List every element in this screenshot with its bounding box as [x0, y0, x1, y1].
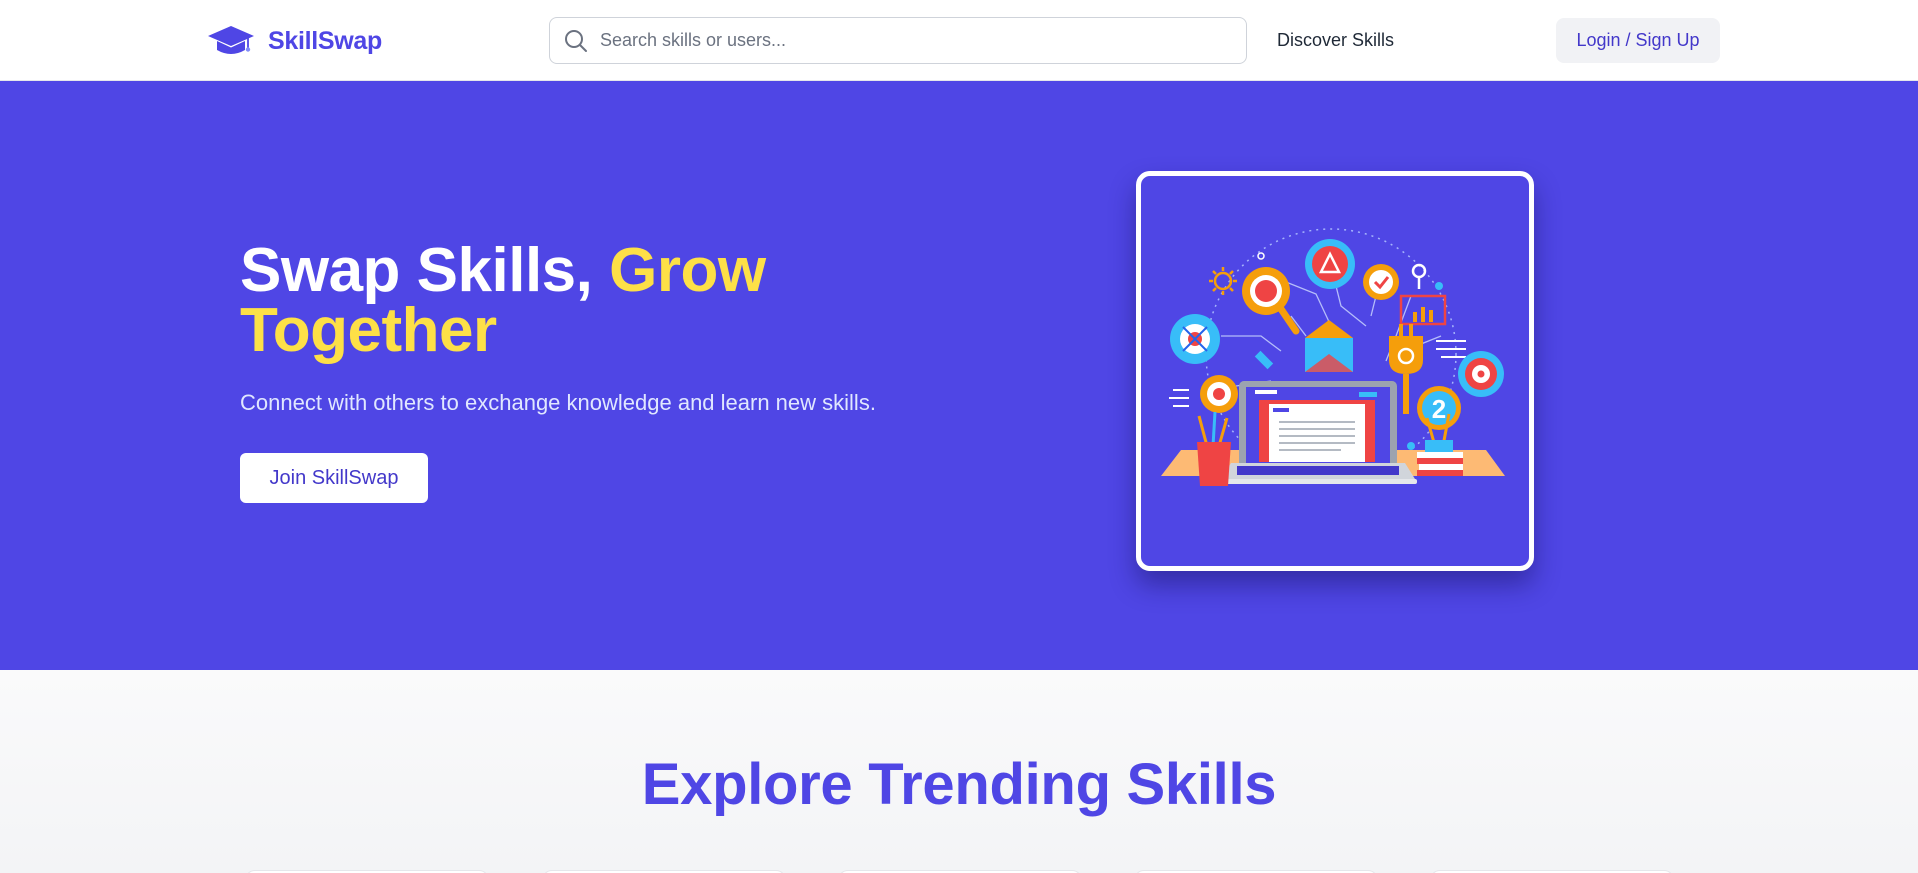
- search-icon: [565, 29, 587, 52]
- hero-section: Swap Skills, Grow Together Connect with …: [0, 81, 1918, 670]
- graduation-cap-icon: [208, 26, 254, 54]
- learning-laptop-illustration: 2: [1161, 228, 1505, 486]
- search-input[interactable]: [600, 30, 1220, 51]
- hero-image-card: 2: [1136, 171, 1534, 571]
- trending-skills-section: Explore Trending Skills: [0, 670, 1918, 873]
- svg-text:2: 2: [1432, 394, 1446, 424]
- hero-title-main: Swap Skills,: [240, 236, 610, 305]
- brand-logo[interactable]: SkillSwap: [206, 20, 382, 62]
- login-signup-button[interactable]: Login / Sign Up: [1556, 18, 1720, 63]
- nav-discover-skills[interactable]: Discover Skills: [1277, 30, 1394, 51]
- trending-skills-title: Explore Trending Skills: [641, 752, 1277, 817]
- top-navbar: SkillSwap Discover Skills Login / Sign U…: [0, 0, 1918, 81]
- join-skillswap-button[interactable]: Join SkillSwap: [240, 453, 428, 503]
- search-bar[interactable]: [549, 17, 1247, 64]
- hero-subtitle: Connect with others to exchange knowledg…: [240, 390, 876, 415]
- hero-title: Swap Skills, Grow Together: [240, 240, 860, 362]
- brand-name: SkillSwap: [268, 26, 383, 55]
